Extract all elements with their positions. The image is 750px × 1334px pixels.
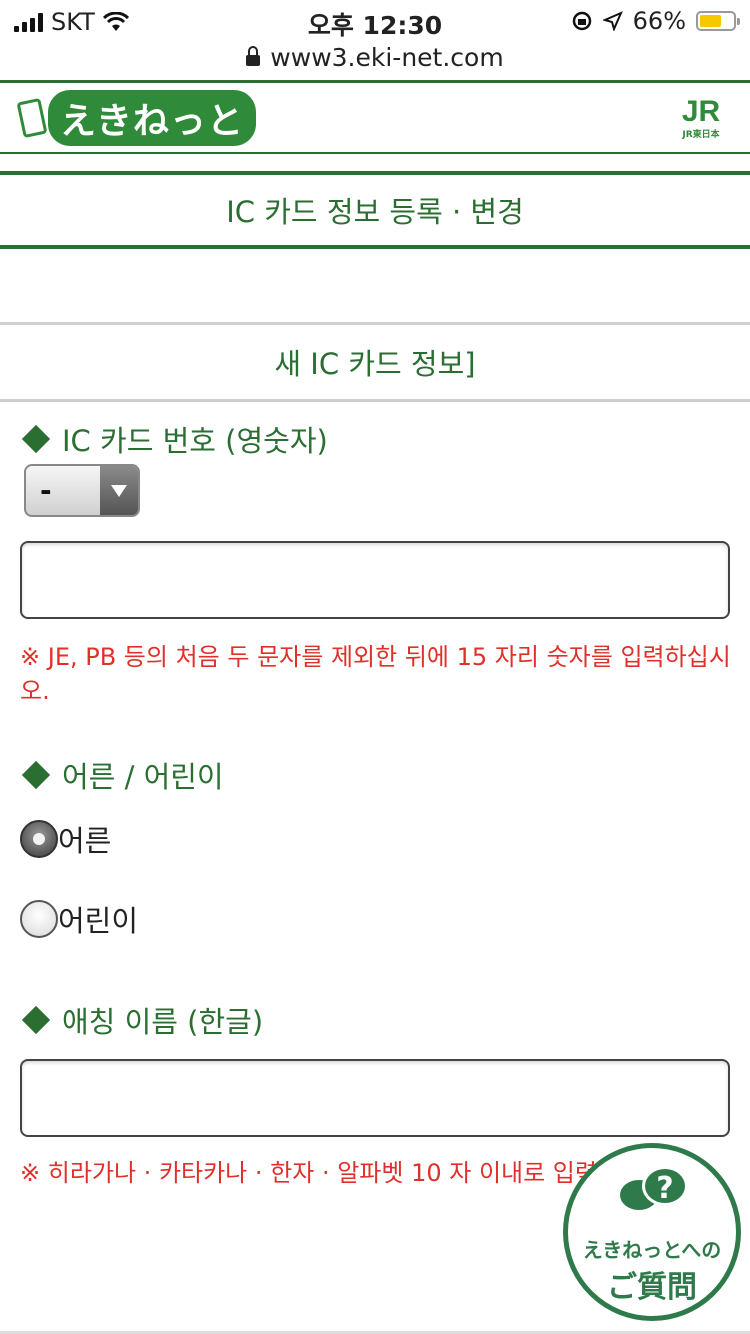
radio-child[interactable]: 어린이 [20, 898, 138, 940]
ic-card-note: ※ JE, PB 등의 처음 두 문자를 제외한 뒤에 15 자리 숫자를 입력… [20, 643, 731, 705]
nickname-input[interactable] [20, 1059, 730, 1137]
address-bar[interactable]: www3.eki-net.com [0, 40, 750, 74]
help-button-line2: ご質問 [607, 1270, 697, 1305]
location-icon [602, 11, 623, 31]
radio-unselected-icon[interactable] [20, 900, 58, 938]
question-bubble-icon: ? [620, 1166, 690, 1222]
ic-card-label: IC 카드 번호 (영숫자) [21, 418, 328, 460]
status-bar: SKT 오후 12:30 66% [0, 0, 750, 40]
battery-percent: 66% [632, 7, 686, 35]
battery-icon [696, 11, 740, 31]
ic-card-prefix-select[interactable]: - [24, 464, 140, 517]
diamond-bullet-icon [21, 1005, 51, 1035]
status-right: 66% [571, 7, 740, 35]
jr-east-logo: JR JR東日本 [681, 95, 721, 141]
page-title: IC 카드 정보 등록 · 변경 [0, 171, 750, 249]
diamond-bullet-icon [21, 760, 51, 790]
nickname-label: 애칭 이름 (한글) [21, 999, 263, 1041]
phone-icon [16, 97, 48, 139]
url-text: www3.eki-net.com [270, 42, 504, 72]
lock-icon [246, 45, 261, 66]
chevron-down-icon [100, 466, 138, 515]
help-button[interactable]: ? えきねっとへの ご質問 [563, 1143, 741, 1321]
radio-selected-icon[interactable] [20, 820, 58, 858]
site-header: えきねっと JR JR東日本 [0, 80, 750, 154]
section-title: 새 IC 카드 정보] [0, 322, 750, 402]
ekinet-logo[interactable]: えきねっと [16, 90, 256, 146]
age-label: 어른 / 어린이 [21, 754, 224, 796]
diamond-bullet-icon [21, 424, 51, 454]
rotation-lock-icon [572, 11, 591, 31]
ic-card-number-input[interactable] [20, 541, 730, 619]
help-button-line1: えきねっとへの [582, 1238, 722, 1262]
radio-adult[interactable]: 어른 [20, 818, 111, 860]
